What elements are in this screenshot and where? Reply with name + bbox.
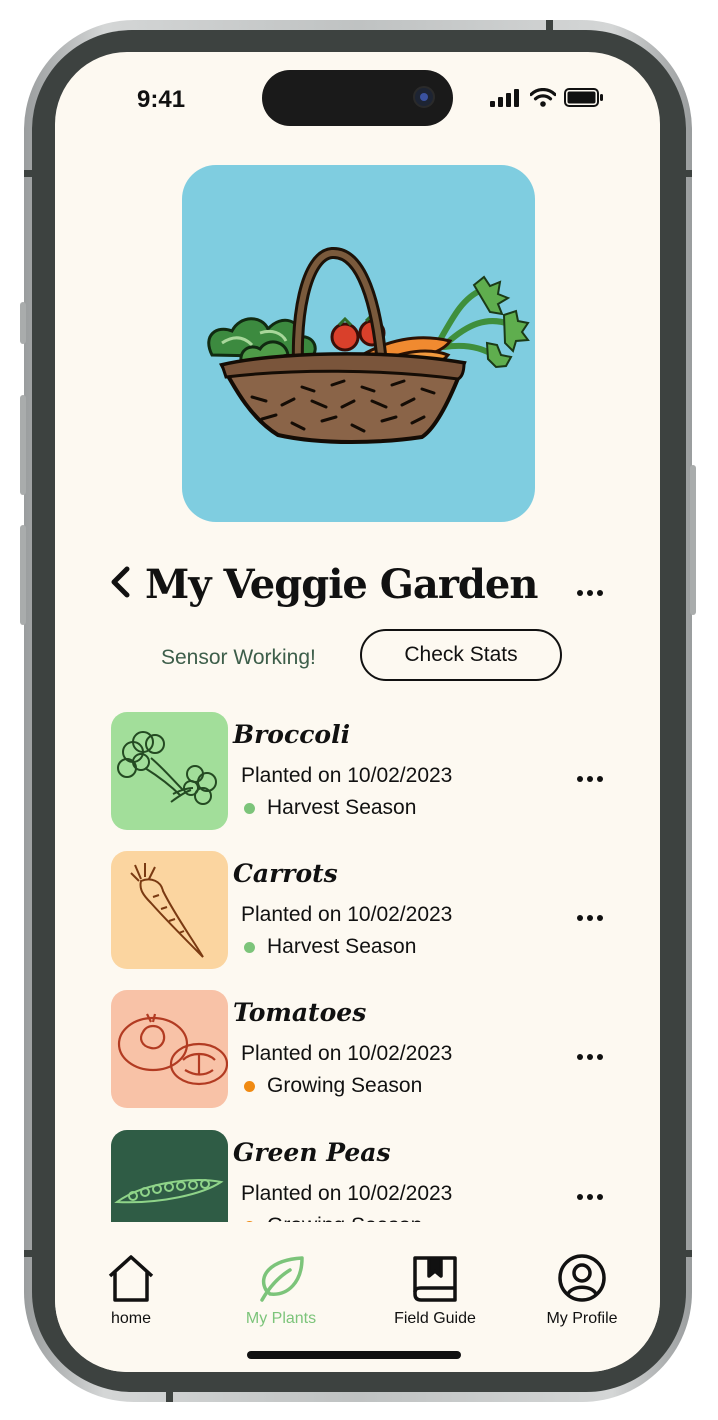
plant-status: Growing Season bbox=[244, 1214, 422, 1222]
plant-status-label: Harvest Season bbox=[267, 796, 417, 819]
nav-home[interactable]: home bbox=[71, 1254, 191, 1328]
status-dot-icon bbox=[244, 802, 255, 814]
app-screen: 9:41 My Veggie Garden Sensor Working! Ch… bbox=[55, 52, 660, 1372]
plant-name: Carrots bbox=[233, 859, 338, 888]
plant-thumbnail bbox=[111, 851, 228, 969]
plant-date: Planted on 10/02/2023 bbox=[241, 903, 453, 926]
leaf-icon bbox=[260, 1256, 304, 1302]
nav-home-label: home bbox=[110, 1310, 152, 1327]
nav-my-plants[interactable]: My Plants bbox=[221, 1254, 341, 1328]
plant-thumbnail bbox=[111, 1130, 228, 1222]
antenna-line bbox=[166, 1392, 173, 1402]
broccoli-icon bbox=[117, 731, 217, 805]
plant-date: Planted on 10/02/2023 bbox=[241, 1182, 453, 1205]
volume-up-button bbox=[20, 395, 26, 495]
plant-more-icon[interactable] bbox=[577, 915, 603, 921]
nav-field-guide[interactable]: Field Guide bbox=[375, 1254, 495, 1328]
pea-pod-icon bbox=[114, 1179, 224, 1204]
plant-status: Growing Season bbox=[244, 1074, 422, 1098]
plant-name: Green Peas bbox=[233, 1138, 391, 1167]
plant-more-icon[interactable] bbox=[577, 776, 603, 782]
home-indicator[interactable] bbox=[247, 1351, 461, 1359]
plant-date: Planted on 10/02/2023 bbox=[241, 764, 453, 787]
plant-status-label: Growing Season bbox=[267, 1214, 422, 1222]
plant-thumbnail bbox=[111, 712, 228, 830]
list-item[interactable]: Tomatoes Planted on 10/02/2023 Growing S… bbox=[111, 990, 621, 1108]
power-button bbox=[690, 465, 696, 615]
nav-my-profile[interactable]: My Profile bbox=[522, 1254, 642, 1328]
carrot-icon bbox=[130, 863, 204, 958]
profile-icon bbox=[558, 1254, 606, 1302]
tomato-icon bbox=[117, 1013, 228, 1086]
status-dot-icon bbox=[244, 1220, 255, 1222]
plant-status-label: Harvest Season bbox=[267, 935, 417, 958]
status-dot-icon bbox=[244, 941, 255, 953]
plant-name: Broccoli bbox=[233, 720, 351, 749]
status-dot-icon bbox=[244, 1080, 255, 1092]
volume-down-button bbox=[20, 525, 26, 625]
plant-list: Broccoli Planted on 10/02/2023 Harvest S… bbox=[55, 52, 660, 1222]
home-icon bbox=[108, 1255, 154, 1302]
plant-more-icon[interactable] bbox=[577, 1194, 603, 1200]
nav-my-plants-label: My Plants bbox=[245, 1310, 317, 1327]
list-item[interactable]: Carrots Planted on 10/02/2023 Harvest Se… bbox=[111, 851, 621, 969]
list-item[interactable]: Broccoli Planted on 10/02/2023 Harvest S… bbox=[111, 712, 621, 830]
plant-status: Harvest Season bbox=[244, 796, 416, 820]
plant-more-icon[interactable] bbox=[577, 1054, 603, 1060]
book-icon bbox=[413, 1256, 457, 1302]
plant-status: Harvest Season bbox=[244, 935, 416, 959]
list-item[interactable]: Green Peas Planted on 10/02/2023 Growing… bbox=[111, 1130, 621, 1222]
nav-field-guide-label: Field Guide bbox=[394, 1310, 476, 1327]
silent-switch bbox=[20, 302, 26, 344]
plant-date: Planted on 10/02/2023 bbox=[241, 1042, 453, 1065]
nav-my-profile-label: My Profile bbox=[546, 1310, 618, 1327]
plant-status-label: Growing Season bbox=[267, 1074, 423, 1097]
plant-name: Tomatoes bbox=[233, 998, 367, 1027]
plant-thumbnail bbox=[111, 990, 228, 1108]
